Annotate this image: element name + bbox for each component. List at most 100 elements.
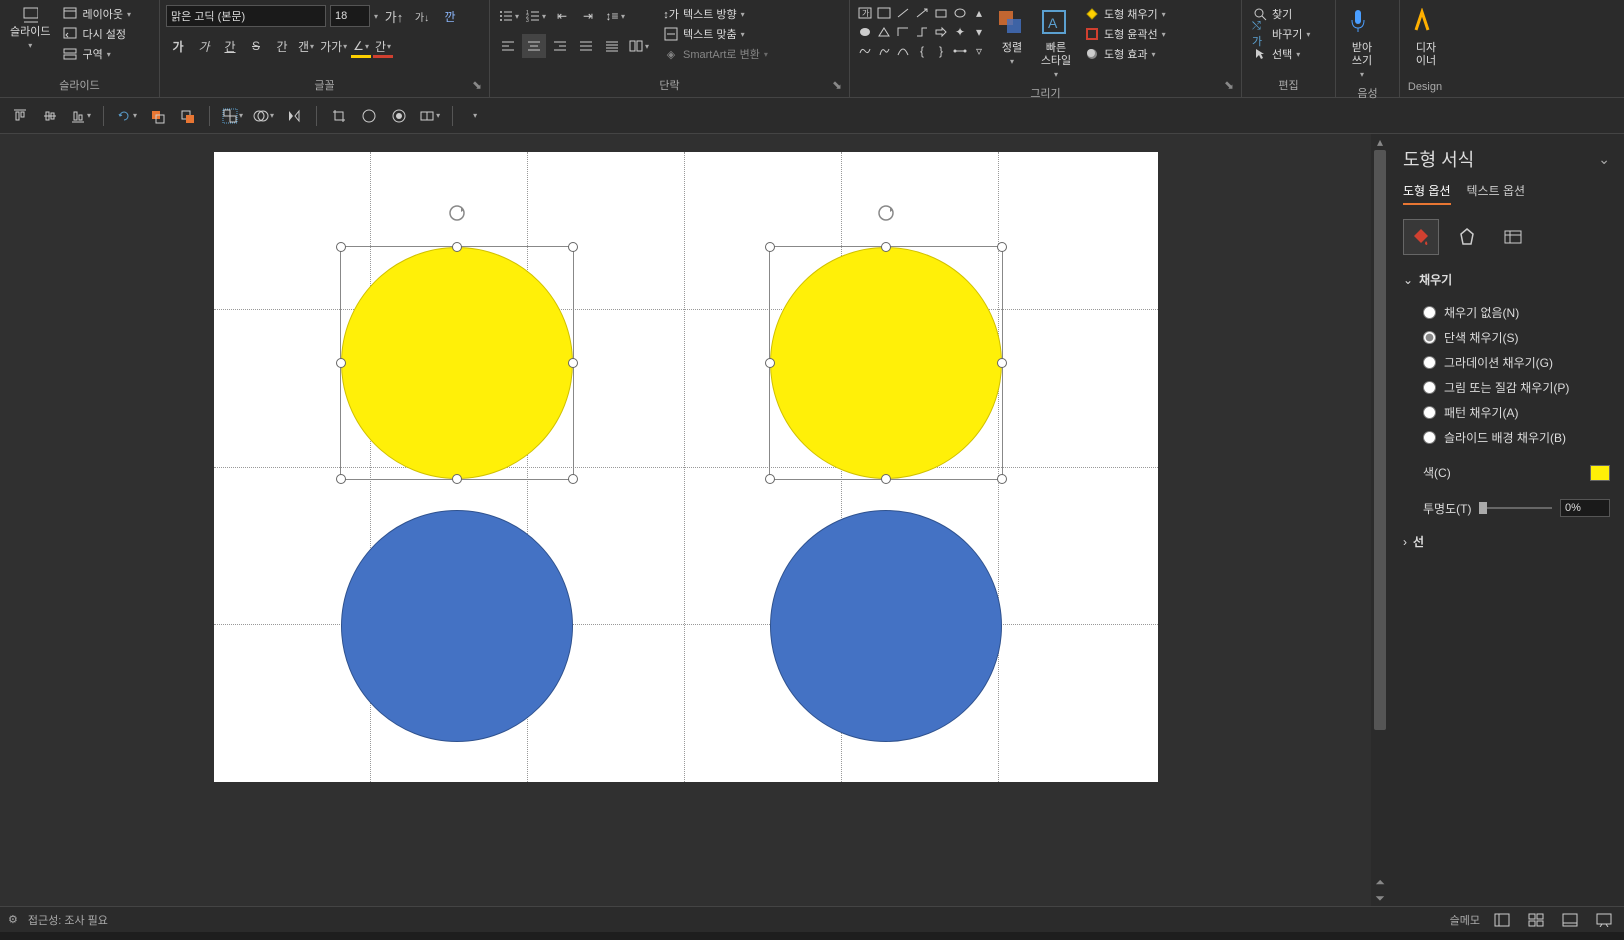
shape-oval-blue-left[interactable] (341, 510, 573, 742)
align-left-button[interactable] (496, 34, 520, 58)
align-distribute-button[interactable] (600, 34, 624, 58)
font-name-select[interactable] (166, 5, 326, 27)
increase-indent-button[interactable]: ⇥ (576, 4, 600, 28)
quick-styles-button[interactable]: A 빠른 스타일 ▾ (1036, 4, 1076, 83)
section-button[interactable]: 구역 ▾ (58, 44, 135, 64)
layout-button[interactable]: 레이아웃 ▾ (58, 4, 135, 24)
resize-handle-se[interactable] (568, 474, 578, 484)
merge-button[interactable]: ▾ (251, 104, 276, 128)
align-right-button[interactable] (548, 34, 572, 58)
selection-box-left[interactable] (340, 246, 574, 480)
shape-outline-button[interactable]: 도형 윤곽선 ▾ (1080, 24, 1170, 44)
resize-handle-ne[interactable] (568, 242, 578, 252)
align-bottom-button[interactable]: ▾ (68, 104, 93, 128)
rotate-button[interactable]: ▾ (114, 104, 139, 128)
shape-fill-button[interactable]: 도형 채우기 ▾ (1080, 4, 1170, 24)
underline-button[interactable]: 간 (218, 34, 242, 58)
resize-handle-nw[interactable] (336, 242, 346, 252)
shape-textbox-vert-icon[interactable] (875, 4, 893, 22)
align-center-button[interactable] (522, 34, 546, 58)
replace-button[interactable]: ⤭가 바꾸기 ▾ (1248, 24, 1314, 44)
shape-textbox-icon[interactable]: 가 (856, 4, 874, 22)
shape-star-icon[interactable]: ✦ (951, 23, 969, 41)
resize-handle-sw[interactable] (765, 474, 775, 484)
radio-on-button[interactable] (387, 104, 411, 128)
arrange-button[interactable]: 정렬 ▾ (992, 4, 1032, 70)
scrollbar-track[interactable] (1371, 150, 1389, 874)
resize-handle-nw[interactable] (765, 242, 775, 252)
highlight-button[interactable]: ∠▾ (351, 34, 371, 58)
rotate-handle[interactable] (876, 203, 896, 223)
shape-lconnector-icon[interactable] (894, 23, 912, 41)
align-justify-button[interactable] (574, 34, 598, 58)
format-pane-dropdown[interactable]: ⌄ (1598, 151, 1610, 168)
view-sorter-button[interactable] (1524, 910, 1548, 930)
resize-handle-se[interactable] (997, 474, 1007, 484)
shapes-scroll-down[interactable]: ▾ (970, 23, 988, 41)
numbering-button[interactable]: 123▾ (523, 4, 548, 28)
resize-handle-w[interactable] (765, 358, 775, 368)
bullets-button[interactable]: ▾ (496, 4, 521, 28)
tab-text-options[interactable]: 텍스트 옵션 (1467, 182, 1526, 205)
shape-line-icon[interactable] (894, 4, 912, 22)
crop-button[interactable] (327, 104, 351, 128)
line-section-header[interactable]: › 선 (1403, 533, 1610, 550)
shape-lbrace-icon[interactable]: { (913, 42, 931, 60)
shape-connector-icon[interactable] (951, 42, 969, 60)
more-button[interactable]: ▾ (463, 104, 487, 128)
shape-oval-filled-icon[interactable] (856, 23, 874, 41)
font-color-button[interactable]: 간▾ (373, 34, 393, 58)
char-spacing-button[interactable]: 갠▾ (296, 34, 316, 58)
shape-block-arrow-icon[interactable] (932, 23, 950, 41)
accessibility-status[interactable]: 접근성: 조사 필요 (28, 912, 108, 928)
select-button[interactable]: 선택 ▾ (1248, 44, 1314, 64)
designer-button[interactable]: 디자 이너 (1406, 4, 1446, 72)
shape-freeform-icon[interactable] (875, 42, 893, 60)
size-button[interactable]: ▾ (417, 104, 442, 128)
shape-triangle-icon[interactable] (875, 23, 893, 41)
fill-slidebg-radio[interactable]: 슬라이드 배경 채우기(B) (1423, 429, 1610, 446)
send-backward-button[interactable] (175, 104, 199, 128)
shape-rect-icon[interactable] (932, 4, 950, 22)
scroll-next-button[interactable]: ⏷ (1371, 890, 1389, 906)
flip-button[interactable] (282, 104, 306, 128)
vertical-scrollbar[interactable]: ▴ ⏶ ⏷ (1371, 134, 1389, 906)
radio-off-button[interactable] (357, 104, 381, 128)
align-middle-button[interactable] (38, 104, 62, 128)
scroll-up-button[interactable]: ▴ (1371, 134, 1389, 150)
line-spacing-button[interactable]: ↕≡▾ (602, 4, 627, 28)
shape-zconnector-icon[interactable] (913, 23, 931, 41)
new-slide-button[interactable]: 슬라이드 ▾ (6, 4, 54, 54)
fill-none-radio[interactable]: 채우기 없음(N) (1423, 304, 1610, 321)
drawing-launcher[interactable]: ⬊ (1223, 79, 1235, 91)
text-direction-button[interactable]: ↕가 텍스트 방향 ▾ (659, 4, 772, 24)
font-size-select[interactable] (330, 5, 370, 27)
fill-section-header[interactable]: ⌄ 채우기 (1403, 271, 1610, 288)
view-normal-button[interactable] (1490, 910, 1514, 930)
resize-handle-w[interactable] (336, 358, 346, 368)
rotate-handle[interactable] (447, 203, 467, 223)
shapes-scroll-up[interactable]: ▴ (970, 4, 988, 22)
resize-handle-ne[interactable] (997, 242, 1007, 252)
tab-shape-options[interactable]: 도형 옵션 (1403, 182, 1451, 205)
slider-thumb[interactable] (1479, 502, 1487, 514)
paragraph-launcher[interactable]: ⬊ (831, 79, 843, 91)
font-launcher[interactable]: ⬊ (471, 79, 483, 91)
shape-scribble-icon[interactable] (856, 42, 874, 60)
bold-button[interactable]: 가 (166, 34, 190, 58)
align-text-button[interactable]: 텍스트 맞춤 ▾ (659, 24, 772, 44)
scrollbar-thumb[interactable] (1374, 150, 1386, 730)
decrease-font-button[interactable]: 가↓ (410, 4, 434, 28)
fill-line-tab-button[interactable] (1403, 219, 1439, 255)
resize-handle-s[interactable] (881, 474, 891, 484)
fill-solid-radio[interactable]: 단색 채우기(S) (1423, 329, 1610, 346)
text-shadow-button[interactable]: 간 (270, 34, 294, 58)
resize-handle-e[interactable] (997, 358, 1007, 368)
shapes-more[interactable]: ▿ (970, 42, 988, 60)
shape-arc-icon[interactable] (894, 42, 912, 60)
dictate-button[interactable]: 받아 쓰기 ▾ (1342, 4, 1382, 83)
columns-button[interactable]: ▾ (626, 34, 651, 58)
shape-arrow-icon[interactable] (913, 4, 931, 22)
reset-button[interactable]: 다시 설정 (58, 24, 135, 44)
strikethrough-button[interactable]: S (244, 34, 268, 58)
